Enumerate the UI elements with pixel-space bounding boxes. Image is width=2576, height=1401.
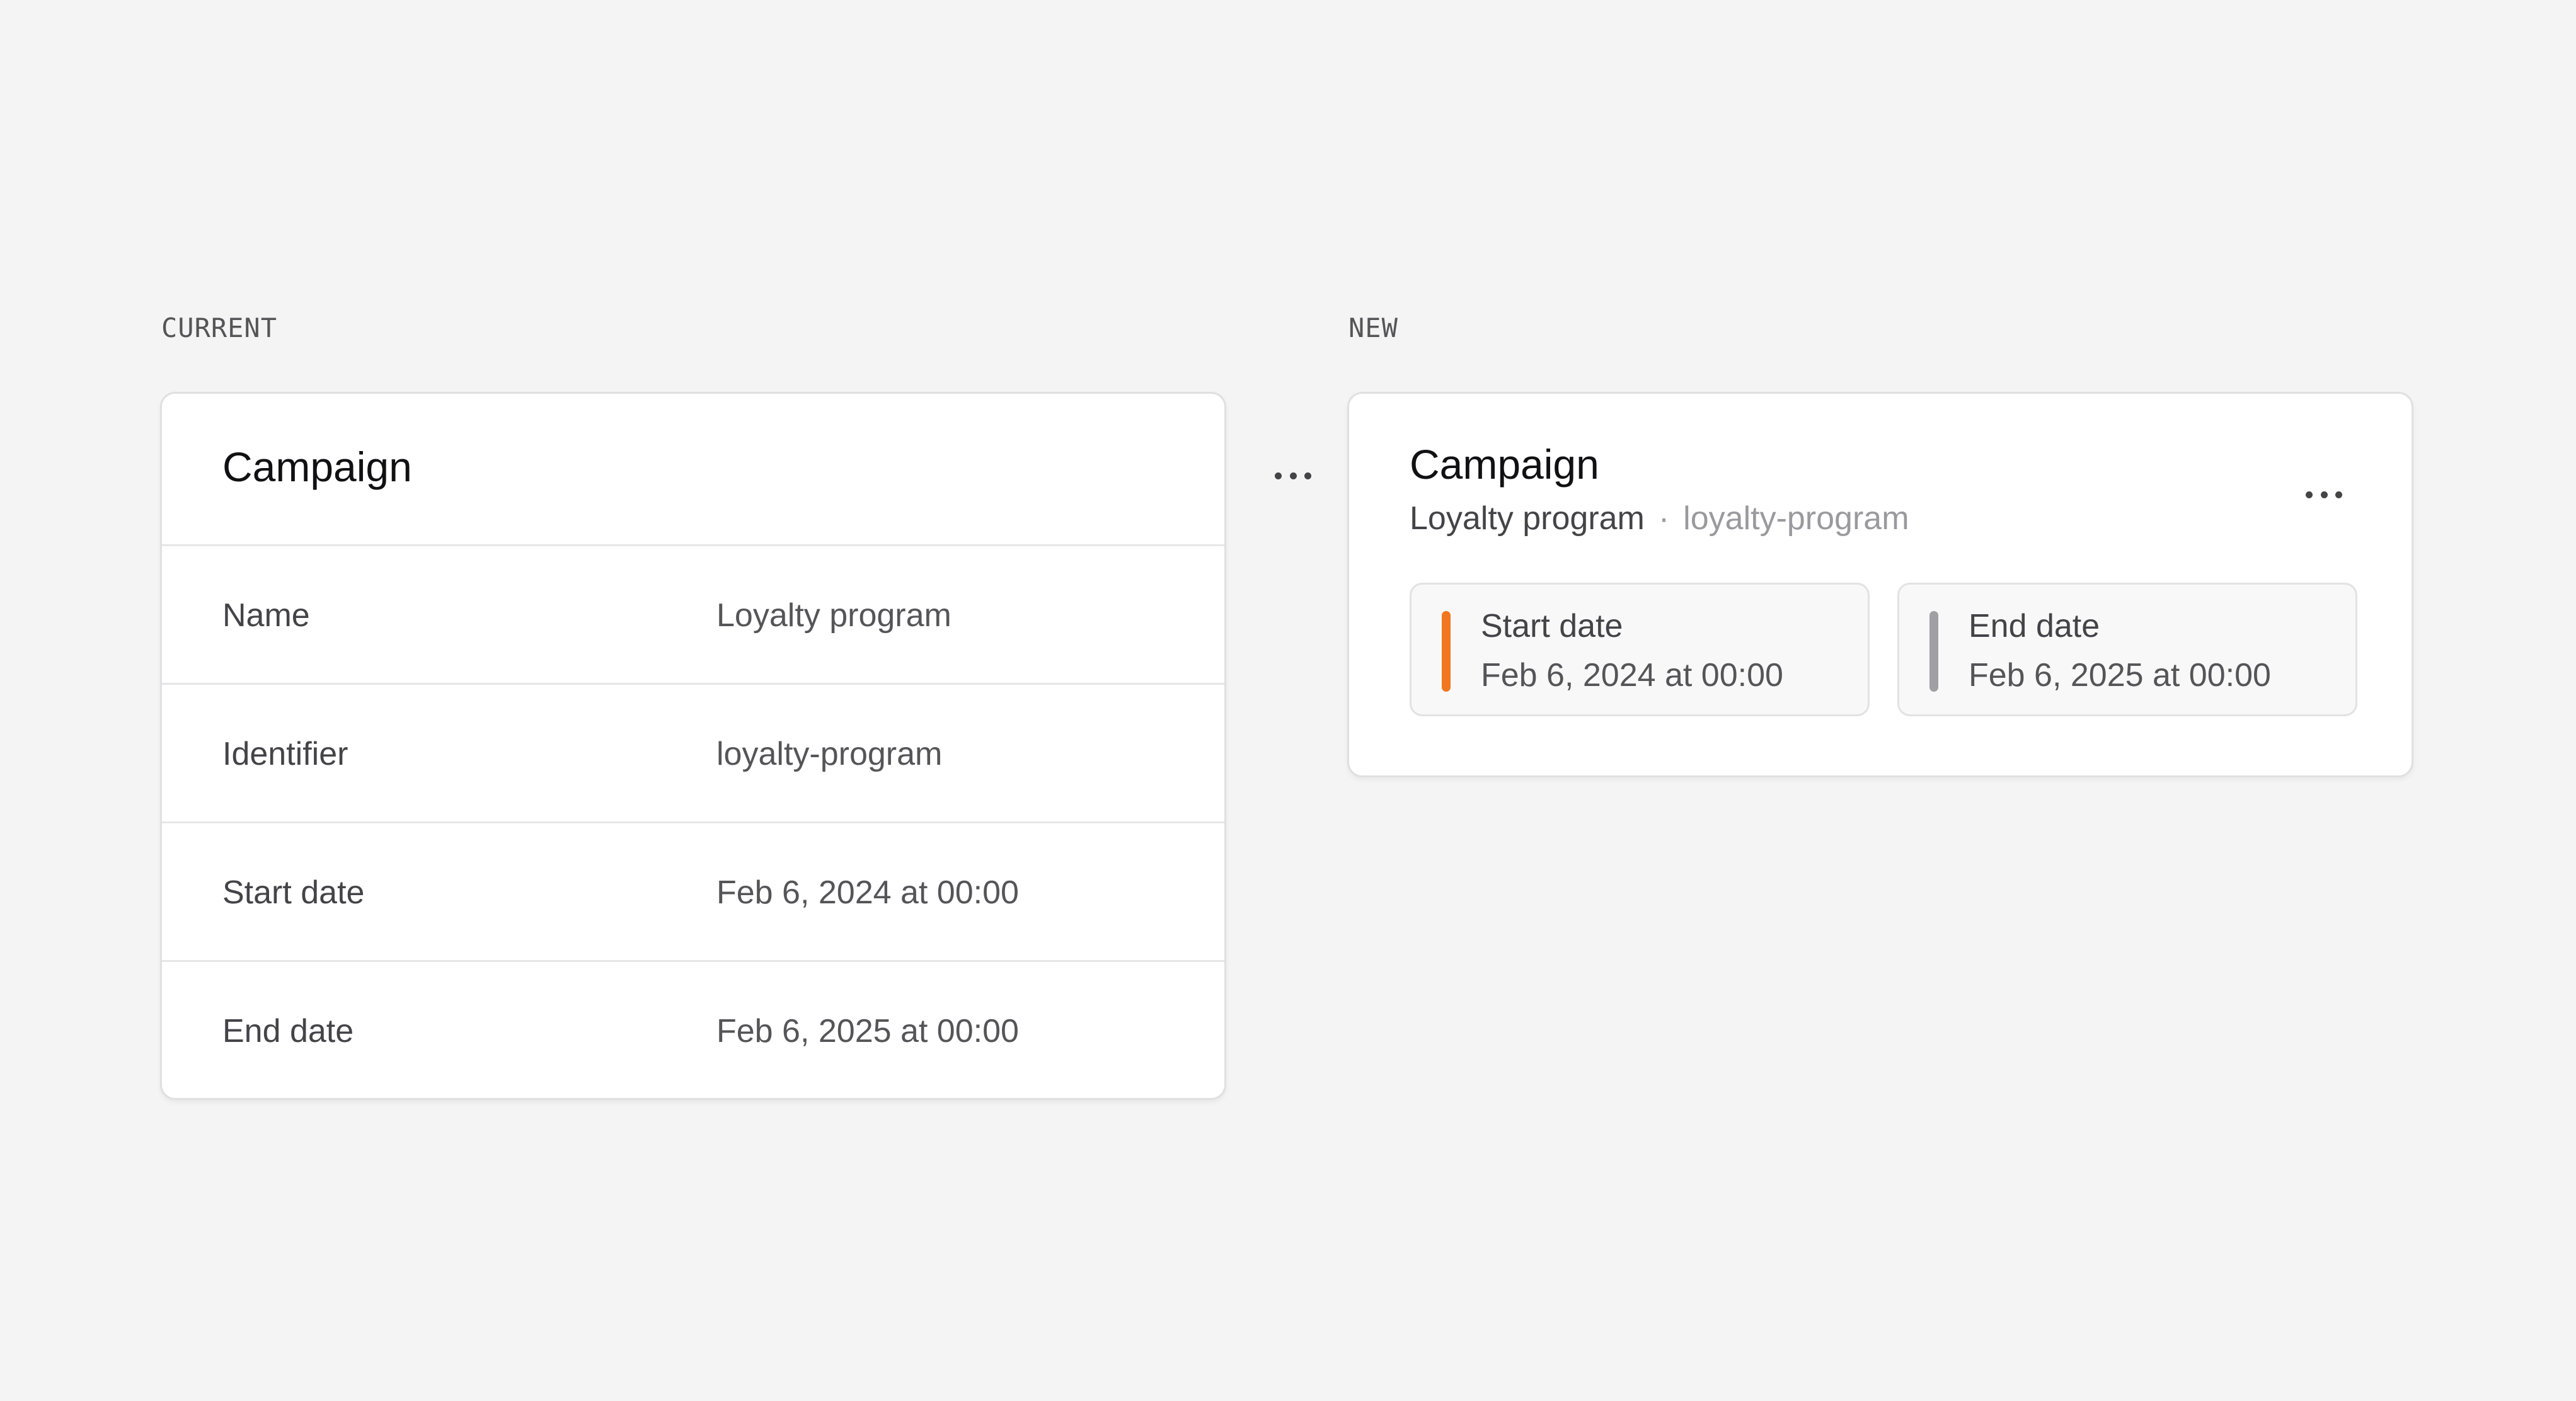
field-value: loyalty-program <box>716 736 943 772</box>
field-row-end-date: End date Feb 6, 2025 at 00:00 <box>162 962 1224 1101</box>
field-label: Identifier <box>222 736 348 772</box>
field-label: End date <box>222 1013 354 1049</box>
tile-label: End date <box>1969 608 2100 644</box>
dot <box>1275 472 1282 479</box>
start-date-tile: Start date Feb 6, 2024 at 00:00 <box>1410 583 1870 716</box>
card-header: Campaign <box>162 394 1311 546</box>
separator-dot: · <box>1658 500 1670 537</box>
field-row-identifier: Identifier loyalty-program <box>162 685 1224 823</box>
field-value: Feb 6, 2024 at 00:00 <box>716 874 1019 911</box>
tile-label: Start date <box>1481 608 1623 644</box>
field-value: Loyalty program <box>716 597 952 634</box>
dot <box>1304 472 1311 479</box>
dot <box>2335 491 2342 498</box>
card-title: Campaign <box>222 443 412 490</box>
dot <box>1289 472 1297 479</box>
campaign-name: Loyalty program <box>1410 500 1645 537</box>
field-row-name: Name Loyalty program <box>162 546 1224 685</box>
current-campaign-card: Campaign Name Loyalty program Identifier… <box>160 392 1311 1101</box>
tile-value: Feb 6, 2024 at 00:00 <box>1481 657 1783 694</box>
card-subtitle: Loyalty program · loyalty-program <box>1410 500 1909 537</box>
dot <box>2320 491 2328 498</box>
tile-value: Feb 6, 2025 at 00:00 <box>1969 657 2271 694</box>
new-campaign-card: Campaign Loyalty program · loyalty-progr… <box>1347 392 2413 777</box>
field-row-start-date: Start date Feb 6, 2024 at 00:00 <box>162 823 1224 962</box>
current-section-label: CURRENT <box>161 312 278 343</box>
new-section-label: NEW <box>1348 312 1398 343</box>
dot <box>2306 491 2313 498</box>
field-label: Start date <box>222 874 365 911</box>
field-value: Feb 6, 2025 at 00:00 <box>716 1013 1019 1049</box>
end-date-tile: End date Feb 6, 2025 at 00:00 <box>1897 583 2357 716</box>
end-date-indicator <box>1929 611 1938 692</box>
more-options-icon[interactable] <box>2296 476 2352 513</box>
field-label: Name <box>222 597 310 634</box>
start-date-indicator <box>1442 611 1451 692</box>
card-title: Campaign <box>1410 441 1599 488</box>
more-options-icon[interactable] <box>1265 457 1321 495</box>
campaign-identifier: loyalty-program <box>1683 500 1909 537</box>
